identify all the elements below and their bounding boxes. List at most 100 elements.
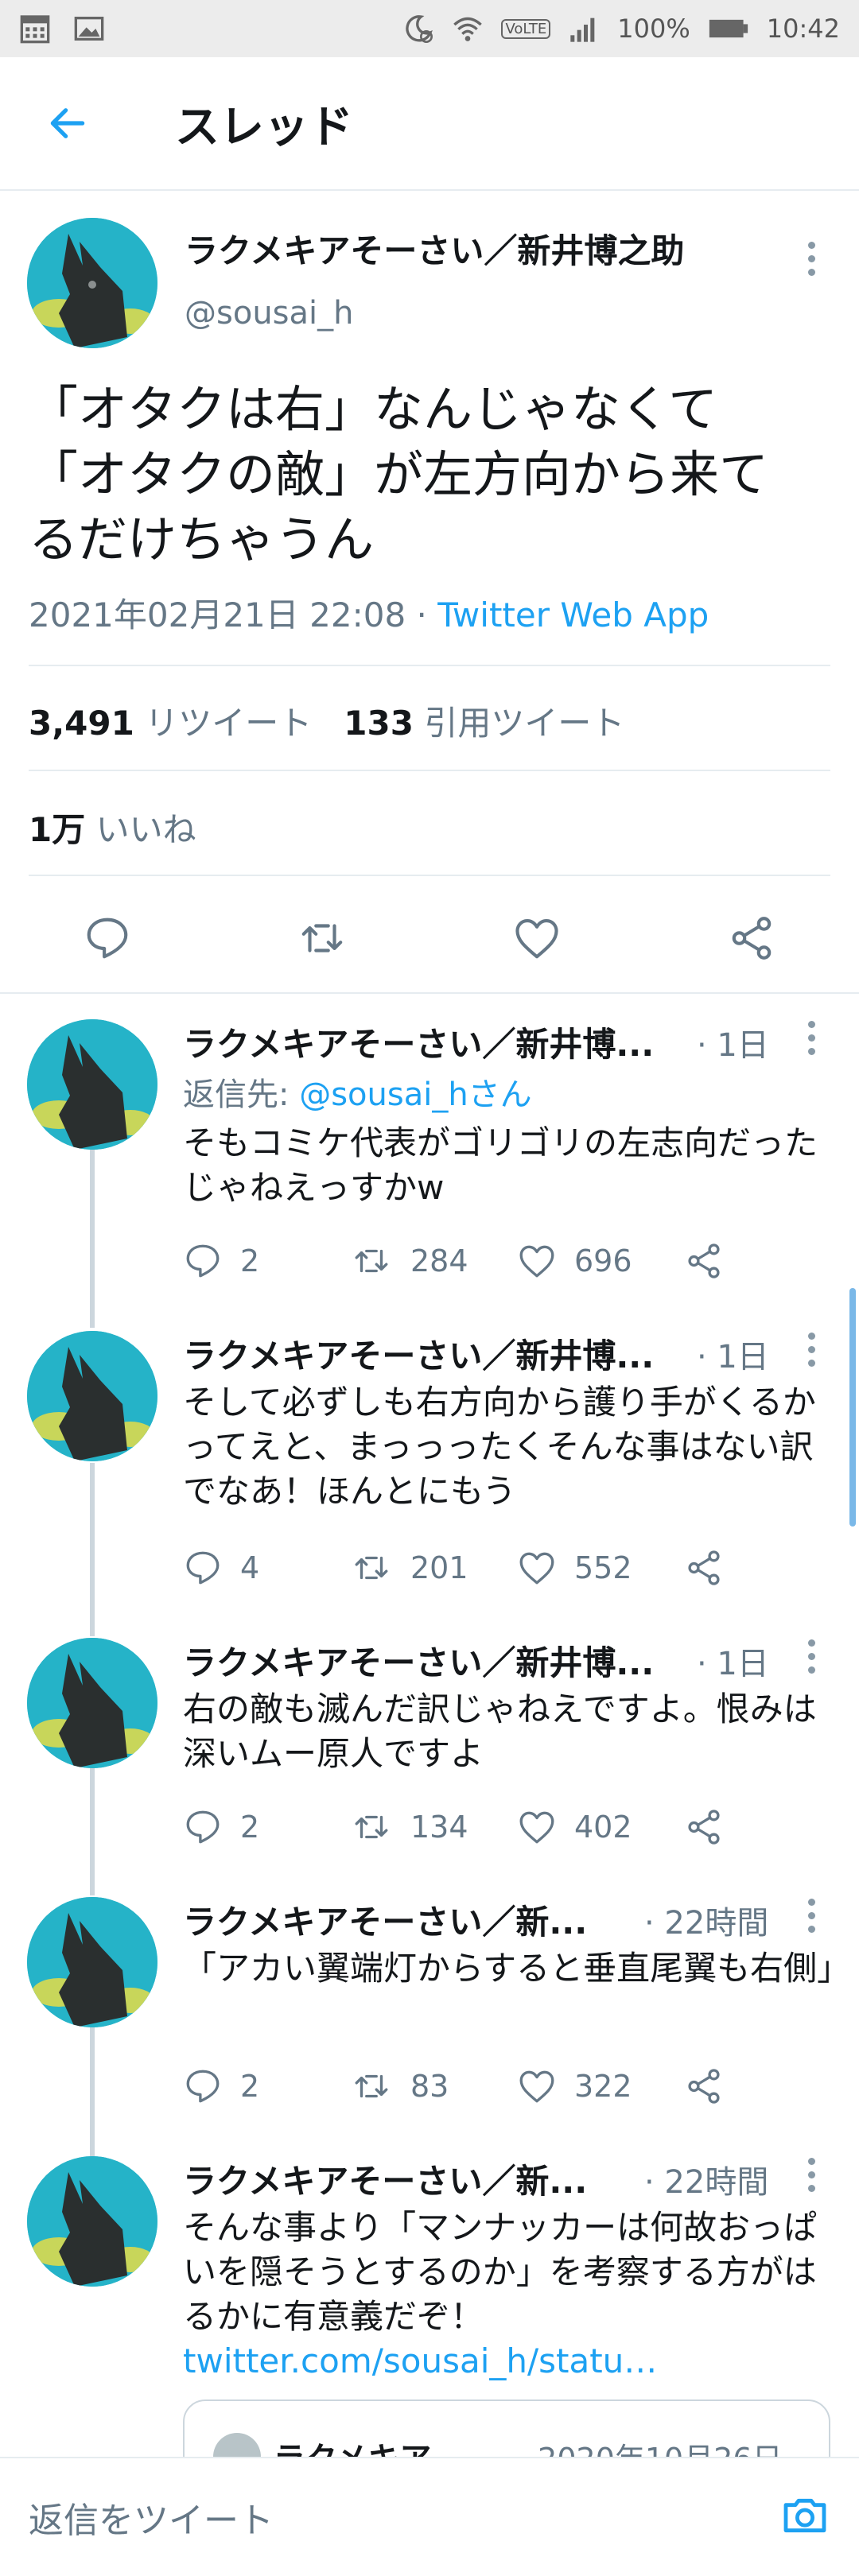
share-button[interactable] bbox=[684, 1548, 724, 1588]
share-button[interactable] bbox=[684, 1807, 724, 1847]
reply-icon bbox=[186, 1244, 220, 1278]
camera-button[interactable] bbox=[779, 2490, 830, 2544]
dot bbox=[807, 1332, 815, 1340]
retweet-icon bbox=[355, 1815, 388, 1839]
like-count: 696 bbox=[574, 1243, 632, 1278]
display-name[interactable]: ラクメキアそーさい／新... bbox=[183, 1895, 587, 1944]
dot bbox=[807, 2184, 815, 2192]
display-name[interactable]: ラクメキアそーさい／新井博... bbox=[183, 1636, 654, 1685]
retweet-icon bbox=[355, 1249, 388, 1273]
retweet-stats[interactable]: 3,491 リツイート 133 引用ツイート bbox=[29, 696, 624, 745]
heart-icon bbox=[515, 918, 558, 959]
tweet-text: 「オタクは右」なんじゃなくて 「オタクの敵」が左方向から来て るだけちゃうん bbox=[29, 377, 832, 572]
retweet-count: 134 bbox=[410, 1810, 468, 1845]
tweet-meta: 2021年02月21日 22:08 · Twitter Web App bbox=[29, 588, 709, 637]
like-button[interactable]: 402 bbox=[517, 1807, 684, 1847]
avatar-image bbox=[27, 1019, 157, 1150]
reply-button[interactable]: 2 bbox=[183, 2066, 350, 2106]
dot bbox=[807, 1047, 815, 1055]
battery-icon bbox=[709, 19, 748, 38]
share-button[interactable] bbox=[684, 2066, 724, 2106]
dot bbox=[807, 1898, 815, 1906]
reply-button[interactable]: 4 bbox=[183, 1548, 350, 1588]
reply-count: 2 bbox=[240, 2069, 260, 2104]
display-name[interactable]: ラクメキアそーさい／新井博之助 bbox=[185, 224, 684, 273]
more-options-button[interactable] bbox=[795, 2147, 827, 2202]
tweet-line: るだけちゃうん bbox=[29, 510, 375, 568]
like-stats[interactable]: 1万 いいね bbox=[29, 803, 196, 852]
retweet-count: 284 bbox=[410, 1243, 468, 1278]
like-button[interactable] bbox=[430, 898, 644, 978]
dot bbox=[807, 1911, 815, 1919]
divider bbox=[29, 770, 830, 771]
heart-icon bbox=[519, 1552, 554, 1585]
retweet-button[interactable]: 83 bbox=[350, 2066, 517, 2106]
tweet-line: 「オタクの敵」が左方向から来て bbox=[29, 445, 769, 503]
avatar[interactable] bbox=[27, 1638, 157, 1768]
like-button[interactable]: 552 bbox=[517, 1548, 684, 1588]
share-icon bbox=[688, 1550, 720, 1585]
avatar[interactable] bbox=[27, 218, 157, 348]
share-button[interactable] bbox=[684, 1241, 724, 1281]
reply-actions: 2 83 322 bbox=[183, 2062, 724, 2110]
retweet-button[interactable] bbox=[215, 898, 430, 978]
display-name[interactable]: ラクメキアそーさい／新井博... bbox=[183, 1018, 654, 1066]
back-button[interactable] bbox=[0, 56, 135, 190]
reply-count: 2 bbox=[240, 1810, 260, 1845]
retweet-count: 3,491 bbox=[29, 704, 134, 743]
more-options-button[interactable] bbox=[795, 1887, 827, 1943]
reply-icon bbox=[87, 918, 128, 959]
reply-button[interactable]: 2 bbox=[183, 1241, 350, 1281]
avatar[interactable] bbox=[27, 1897, 157, 2027]
dot bbox=[807, 1652, 815, 1660]
image-icon bbox=[74, 17, 104, 41]
wifi-icon bbox=[453, 17, 483, 41]
reply-icon bbox=[186, 1551, 220, 1585]
battery-percent: 100% bbox=[617, 14, 690, 44]
tweet-link[interactable]: twitter.com/sousai_h/statu… bbox=[183, 2341, 657, 2380]
dot bbox=[807, 254, 815, 262]
avatar-image bbox=[27, 2156, 157, 2287]
calendar-icon bbox=[20, 15, 50, 44]
thread-line bbox=[90, 1463, 95, 1636]
avatar[interactable] bbox=[27, 2156, 157, 2287]
avatar[interactable] bbox=[27, 1019, 157, 1150]
arrow-left-icon bbox=[50, 108, 85, 138]
reply-count: 4 bbox=[240, 1550, 260, 1585]
display-name[interactable]: ラクメキアそーさい／新... bbox=[183, 2155, 587, 2203]
share-icon bbox=[688, 2069, 720, 2104]
more-options-button[interactable] bbox=[795, 1321, 827, 1377]
share-button[interactable] bbox=[644, 898, 859, 978]
scrollbar[interactable] bbox=[849, 1288, 856, 1527]
avatar[interactable] bbox=[27, 1331, 157, 1461]
reply-button[interactable]: 2 bbox=[183, 1807, 350, 1847]
retweet-button[interactable]: 201 bbox=[350, 1548, 517, 1588]
tweet-date: 2021年02月21日 22:08 · bbox=[29, 596, 438, 634]
dot bbox=[807, 1666, 815, 1674]
heart-icon bbox=[519, 1245, 554, 1278]
reply-to-handle[interactable]: @sousai_hさん bbox=[299, 1077, 531, 1113]
quote-count: 133 bbox=[344, 704, 414, 743]
thread-header: スレッド bbox=[0, 57, 859, 191]
retweet-label: リツイート bbox=[145, 704, 313, 743]
handle[interactable]: @sousai_h bbox=[185, 295, 684, 332]
reply-input[interactable]: 返信をツイート bbox=[29, 2492, 274, 2543]
tweet-source[interactable]: Twitter Web App bbox=[437, 596, 709, 634]
page-title: スレッド bbox=[175, 101, 353, 153]
like-button[interactable]: 696 bbox=[517, 1241, 684, 1281]
reply-button[interactable] bbox=[0, 898, 215, 978]
divider bbox=[29, 875, 830, 876]
more-options-button[interactable] bbox=[795, 1010, 827, 1065]
timestamp: · 1日 bbox=[697, 1027, 769, 1064]
more-options-button[interactable] bbox=[795, 1628, 827, 1684]
heart-icon bbox=[519, 2070, 554, 2103]
volte-badge: VoLTE bbox=[501, 18, 551, 39]
display-name[interactable]: ラクメキアそーさい／新井博... bbox=[183, 1329, 654, 1378]
retweet-button[interactable]: 284 bbox=[350, 1241, 517, 1281]
more-options-button[interactable] bbox=[795, 231, 827, 286]
dot bbox=[807, 1345, 815, 1353]
like-button[interactable]: 322 bbox=[517, 2066, 684, 2106]
retweet-button[interactable]: 134 bbox=[350, 1807, 517, 1847]
reply-composer[interactable]: 返信をツイート bbox=[0, 2457, 859, 2576]
retweet-icon bbox=[355, 1556, 388, 1580]
